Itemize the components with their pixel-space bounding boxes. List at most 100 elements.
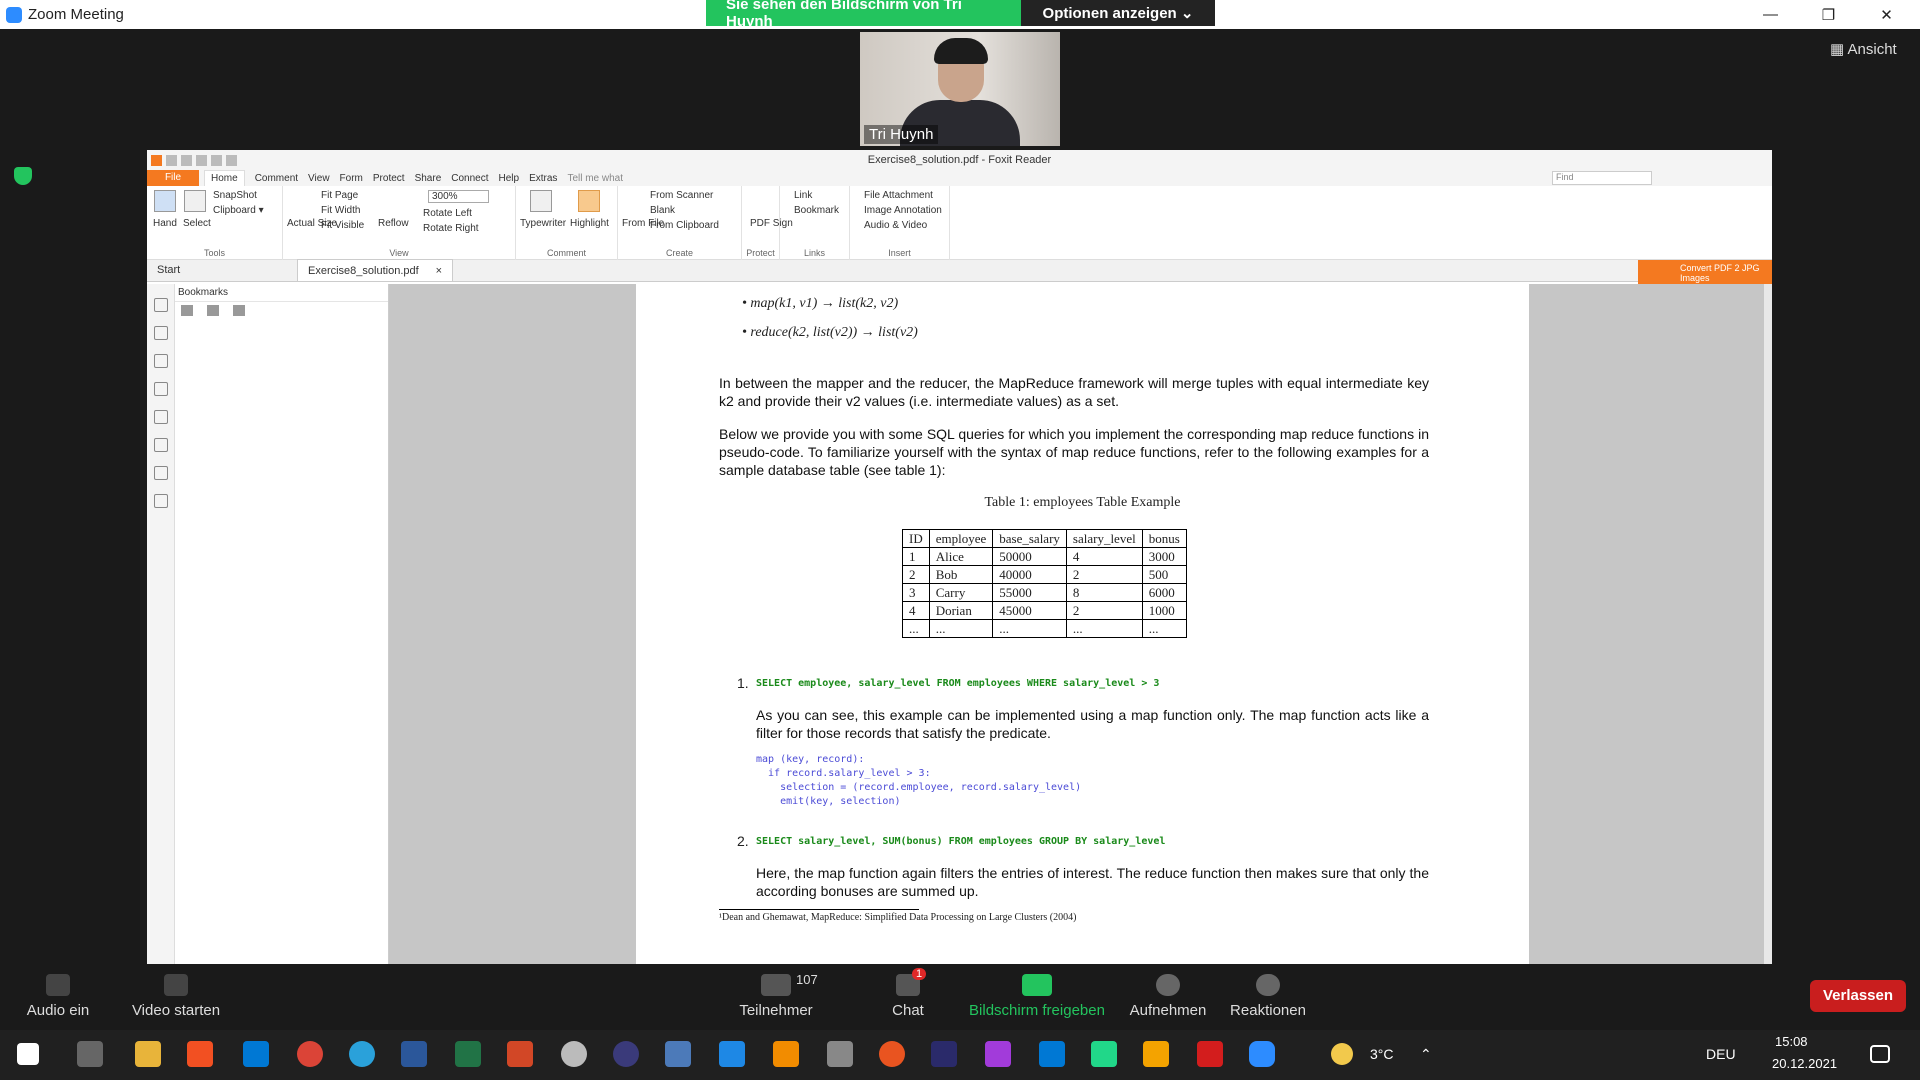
game-icon[interactable] xyxy=(931,1041,957,1067)
participant-video[interactable]: Tri Huynh xyxy=(860,32,1060,146)
rotate-left-button[interactable]: Rotate Left xyxy=(423,208,472,219)
video-button[interactable]: Video starten xyxy=(126,964,226,1030)
layers-panel-icon[interactable] xyxy=(154,354,168,368)
file-explorer-icon[interactable] xyxy=(135,1041,161,1067)
outlook-icon[interactable] xyxy=(243,1041,269,1067)
task-view-icon[interactable] xyxy=(77,1041,103,1067)
attachments-panel-icon[interactable] xyxy=(154,410,168,424)
input-language[interactable]: DEU xyxy=(1706,1046,1736,1062)
select-tool[interactable]: Select xyxy=(183,218,211,229)
clipboard-tool[interactable]: Clipboard ▾ xyxy=(213,205,264,216)
participants-button[interactable]: 107 Teilnehmer xyxy=(734,964,818,1030)
convert-banner[interactable]: Convert PDF 2 JPG Images xyxy=(1638,260,1772,286)
menu-extras[interactable]: Extras xyxy=(529,173,557,184)
zoom-taskbar-icon[interactable] xyxy=(1249,1041,1275,1067)
find-input[interactable]: Find xyxy=(1552,171,1652,185)
menu-share[interactable]: Share xyxy=(415,173,442,184)
menu-connect[interactable]: Connect xyxy=(451,173,488,184)
security-panel-icon[interactable] xyxy=(154,466,168,480)
menu-home[interactable]: Home xyxy=(204,170,245,186)
reflow-button[interactable]: Reflow xyxy=(378,218,409,229)
tray-chevron-icon[interactable]: ⌃ xyxy=(1420,1046,1432,1063)
tell-me-input[interactable]: Tell me what xyxy=(567,173,623,184)
calculator-icon[interactable] xyxy=(665,1041,691,1067)
zoom-level-select[interactable]: 300% xyxy=(428,190,489,203)
weather-icon[interactable] xyxy=(1331,1043,1353,1065)
zoom-logo-icon xyxy=(6,6,22,23)
todo-icon[interactable] xyxy=(719,1041,745,1067)
start-icon[interactable] xyxy=(17,1043,39,1065)
intellij-icon[interactable] xyxy=(985,1041,1011,1067)
share-screen-icon xyxy=(1022,974,1052,996)
ubuntu-icon[interactable] xyxy=(879,1041,905,1067)
table-cell: 4 xyxy=(1065,547,1143,566)
minimize-button[interactable]: — xyxy=(1742,0,1799,29)
add-bookmark-icon[interactable] xyxy=(207,305,219,316)
menu-comment[interactable]: Comment xyxy=(255,173,298,184)
security-shield-icon[interactable] xyxy=(14,167,32,185)
sublime-icon[interactable] xyxy=(773,1041,799,1067)
pycharm-icon[interactable] xyxy=(1091,1041,1117,1067)
edit-panel-icon[interactable] xyxy=(154,494,168,508)
from-scanner-button[interactable]: From Scanner xyxy=(650,190,713,201)
bookmark-button[interactable]: Bookmark xyxy=(794,205,839,216)
notification-icon[interactable] xyxy=(1870,1045,1890,1063)
rotate-right-button[interactable]: Rotate Right xyxy=(423,223,479,234)
chat-button[interactable]: 1 Chat xyxy=(884,964,932,1030)
tools-icon[interactable] xyxy=(827,1041,853,1067)
menu-protect[interactable]: Protect xyxy=(373,173,405,184)
tab-start[interactable]: Start xyxy=(147,259,297,281)
vertical-scrollbar[interactable] xyxy=(1764,284,1772,964)
fit-width-button[interactable]: Fit Width xyxy=(321,205,360,216)
audio-video-button[interactable]: Audio & Video xyxy=(864,220,927,231)
record-button[interactable]: Aufnehmen xyxy=(1126,964,1210,1030)
leave-button[interactable]: Verlassen xyxy=(1810,980,1906,1012)
expand-bookmark-icon[interactable] xyxy=(181,305,193,316)
image-annotation-button[interactable]: Image Annotation xyxy=(864,205,942,216)
chrome-icon[interactable] xyxy=(297,1041,323,1067)
word-icon[interactable] xyxy=(401,1041,427,1067)
fit-visible-button[interactable]: Fit Visible xyxy=(321,220,364,231)
fit-page-button[interactable]: Fit Page xyxy=(321,190,358,201)
tab-exercise8[interactable]: Exercise8_solution.pdf × xyxy=(297,259,453,281)
table-cell: 2 xyxy=(1065,601,1143,620)
powerpoint-icon[interactable] xyxy=(507,1041,533,1067)
document-view[interactable]: • map(k1, v1) → list(k2, v2) • reduce(k2… xyxy=(389,284,1772,964)
audio-button[interactable]: Audio ein xyxy=(20,964,96,1030)
highlight-tool[interactable]: Highlight xyxy=(570,218,609,229)
file-attachment-button[interactable]: File Attachment xyxy=(864,190,933,201)
snipping-icon[interactable] xyxy=(561,1041,587,1067)
typewriter-tool[interactable]: Typewriter xyxy=(520,218,566,229)
vpn-icon[interactable] xyxy=(613,1041,639,1067)
comments-panel-icon[interactable] xyxy=(154,382,168,396)
view-button[interactable]: ▦ Ansicht xyxy=(1830,40,1897,58)
snapshot-tool[interactable]: SnapShot xyxy=(213,190,257,201)
view-options-button[interactable]: Optionen anzeigen ⌄ xyxy=(1021,0,1215,26)
acrobat-icon[interactable] xyxy=(1197,1041,1223,1067)
media-player-icon[interactable] xyxy=(1143,1041,1169,1067)
delete-bookmark-icon[interactable] xyxy=(233,305,245,316)
share-screen-button[interactable]: Bildschirm freigeben xyxy=(966,964,1108,1030)
link-button[interactable]: Link xyxy=(794,190,812,201)
excel-icon[interactable] xyxy=(455,1041,481,1067)
menu-view[interactable]: View xyxy=(308,173,330,184)
blank-button[interactable]: Blank xyxy=(650,205,675,216)
store-icon[interactable] xyxy=(187,1041,213,1067)
bookmark-panel-icon[interactable] xyxy=(154,298,168,312)
signatures-panel-icon[interactable] xyxy=(154,438,168,452)
pages-panel-icon[interactable] xyxy=(154,326,168,340)
menu-form[interactable]: Form xyxy=(340,173,363,184)
ribbon-group-links: Link Bookmark Links xyxy=(780,186,850,260)
hand-tool[interactable]: Hand xyxy=(153,218,177,229)
table-row: 2 Bob 40000 2 500 xyxy=(902,565,1187,584)
vscode-icon[interactable] xyxy=(1039,1041,1065,1067)
menu-file[interactable]: File xyxy=(147,170,199,186)
from-clipboard-button[interactable]: From Clipboard xyxy=(650,220,719,231)
close-button[interactable]: ✕ xyxy=(1858,0,1915,29)
telegram-icon[interactable] xyxy=(349,1041,375,1067)
menu-help[interactable]: Help xyxy=(499,173,520,184)
reactions-button[interactable]: Reaktionen xyxy=(1226,964,1310,1030)
restore-button[interactable]: ❐ xyxy=(1800,0,1857,29)
table-cell: ... xyxy=(992,619,1067,638)
tab-close-button[interactable]: × xyxy=(436,260,442,282)
